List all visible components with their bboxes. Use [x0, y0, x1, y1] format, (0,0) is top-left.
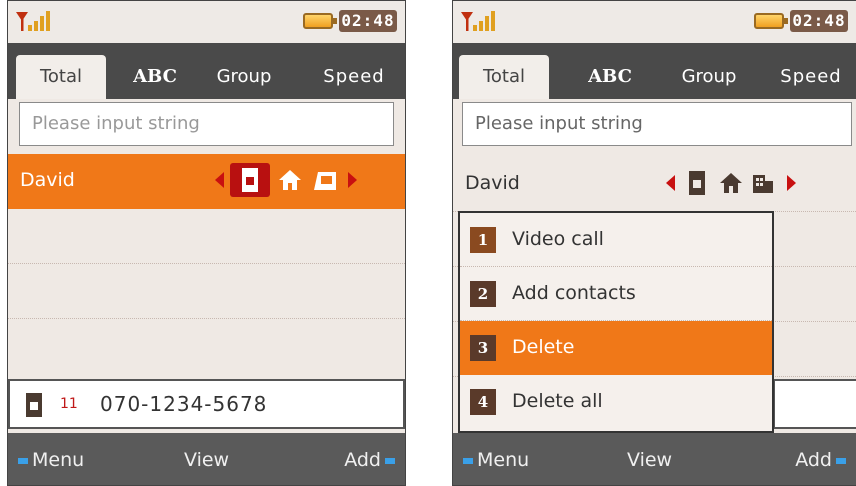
softkey-bar: Menu View Add	[8, 433, 405, 485]
menu-number-badge: 3	[470, 335, 496, 361]
menu-number-badge: 2	[470, 281, 496, 307]
contact-name: David	[20, 169, 75, 191]
home-icon	[720, 173, 742, 193]
tab-bar: Total ABC Group Speed	[8, 43, 405, 99]
signal-icon	[461, 11, 495, 31]
left-arrow-icon	[18, 457, 28, 464]
mobile-phone-icon	[242, 168, 258, 192]
view-softkey[interactable]: View	[184, 433, 229, 485]
battery-icon	[303, 13, 337, 29]
clock: 02:48	[790, 10, 848, 32]
tab-speed[interactable]: Speed	[765, 55, 856, 99]
mobile-phone-icon	[689, 171, 705, 195]
tab-abc[interactable]: ABC	[575, 55, 645, 99]
left-arrow-icon[interactable]	[212, 168, 226, 192]
right-arrow-icon[interactable]	[346, 168, 360, 192]
right-arrow-icon	[836, 457, 846, 464]
list-row-empty	[8, 209, 405, 264]
view-softkey[interactable]: View	[627, 433, 672, 485]
tab-bar: Total ABC Group Speed	[453, 43, 856, 99]
right-arrow-icon	[385, 457, 395, 464]
menu-item-video-call[interactable]: 1 Video call	[460, 213, 772, 267]
contact-row[interactable]: David	[453, 157, 856, 212]
softkey-bar: Menu View Add	[453, 433, 856, 485]
add-softkey[interactable]: Add	[795, 433, 850, 485]
menu-item-add-contacts[interactable]: 2 Add contacts	[460, 267, 772, 321]
tab-speed[interactable]: Speed	[308, 55, 400, 99]
signal-icon	[16, 11, 50, 31]
add-softkey[interactable]: Add	[344, 433, 399, 485]
office-icon	[753, 175, 773, 193]
number-type-selector[interactable]	[212, 163, 392, 197]
selected-number-preview: 11 070-1234-5678	[8, 379, 405, 429]
tab-group[interactable]: Group	[194, 55, 294, 99]
list-row-empty	[8, 319, 405, 374]
status-bar: 02:48	[8, 1, 405, 43]
home-icon	[279, 170, 301, 190]
menu-number-badge: 1	[470, 227, 496, 253]
menu-softkey[interactable]: Menu	[14, 433, 84, 485]
contact-name: David	[465, 172, 520, 194]
phone-screen-right: 02:48 Total ABC Group Speed Please input…	[452, 0, 856, 486]
status-bar: 02:48	[453, 1, 856, 43]
left-arrow-icon	[463, 457, 473, 464]
battery-icon	[754, 13, 788, 29]
office-icon	[314, 172, 336, 190]
phone-screen-left: 02:48 Total ABC Group Speed Please input…	[7, 0, 406, 486]
menu-item-label: Delete all	[512, 390, 603, 412]
selected-number-type	[230, 163, 270, 197]
clock: 02:48	[339, 10, 397, 32]
left-arrow-icon[interactable]	[663, 171, 677, 195]
menu-item-label: Video call	[512, 228, 604, 250]
tab-abc[interactable]: ABC	[120, 55, 190, 99]
number-type-selector[interactable]	[663, 171, 843, 197]
phone-number: 070-1234-5678	[100, 392, 268, 416]
menu-item-delete-all[interactable]: 4 Delete all	[460, 375, 772, 429]
menu-item-delete[interactable]: 3 Delete	[460, 321, 772, 375]
mobile-phone-icon	[26, 393, 42, 417]
selected-number-preview	[773, 379, 856, 429]
menu-softkey[interactable]: Menu	[459, 433, 529, 485]
tab-total[interactable]: Total	[459, 55, 549, 99]
tab-group[interactable]: Group	[659, 55, 759, 99]
right-arrow-icon[interactable]	[785, 171, 799, 195]
list-row-empty	[8, 264, 405, 319]
search-input[interactable]: Please input string	[19, 102, 394, 146]
menu-item-label: Add contacts	[512, 282, 636, 304]
number-index: 11	[60, 396, 78, 412]
contact-row-selected[interactable]: David	[8, 154, 405, 209]
menu-item-label: Delete	[512, 336, 575, 358]
options-menu: 1 Video call 2 Add contacts 3 Delete 4 D…	[458, 211, 774, 433]
search-input[interactable]: Please input string	[462, 102, 852, 146]
tab-total[interactable]: Total	[16, 55, 106, 99]
menu-number-badge: 4	[470, 389, 496, 415]
